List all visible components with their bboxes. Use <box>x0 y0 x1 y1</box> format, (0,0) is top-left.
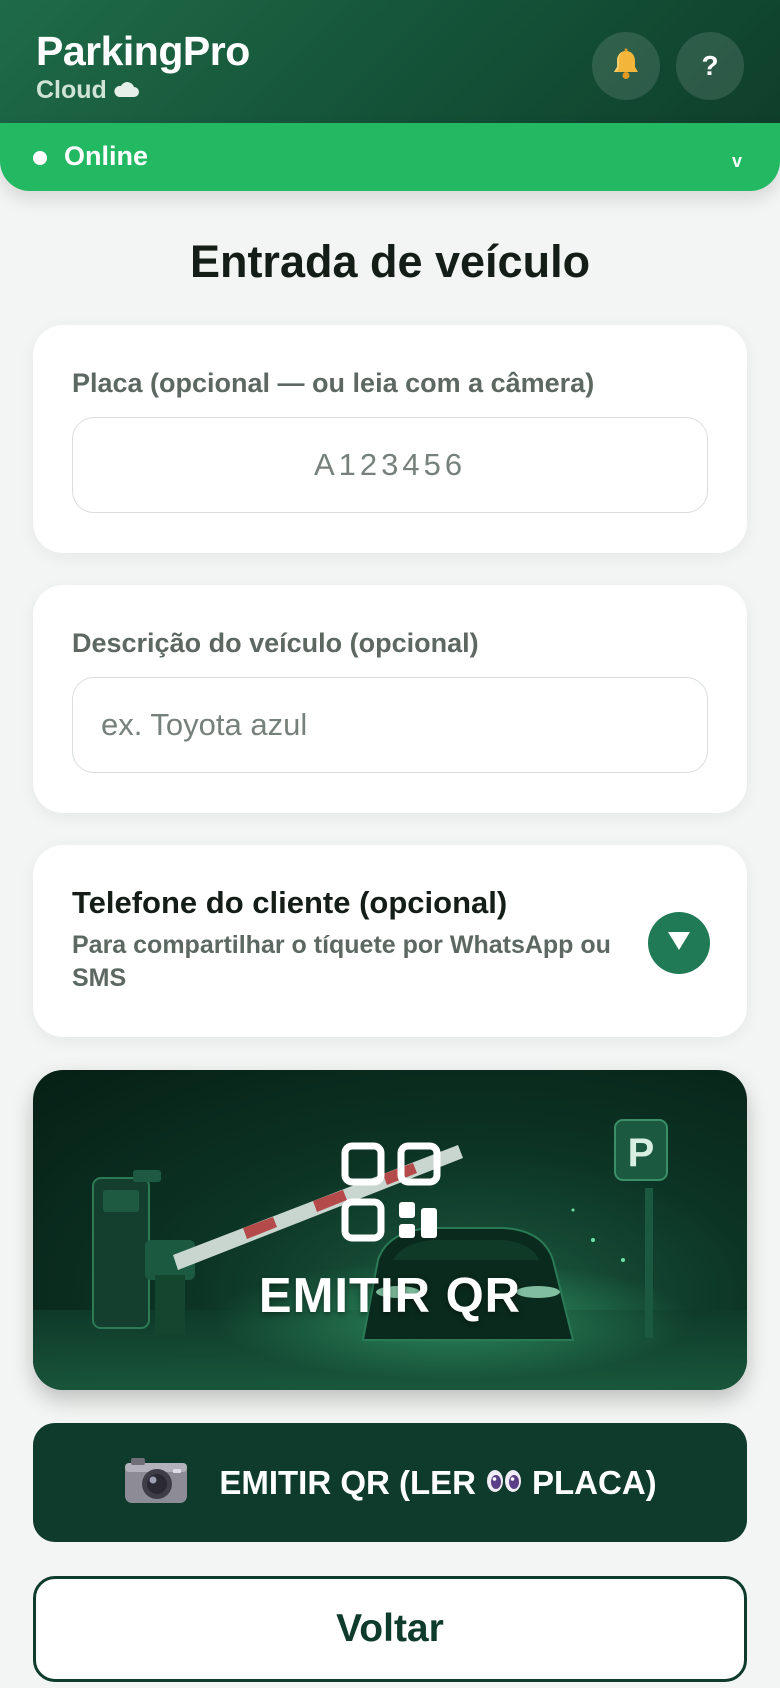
plate-label: Placa (opcional — ou leia com a câmera) <box>72 368 595 398</box>
help-icon: ? <box>701 50 719 81</box>
notifications-button[interactable] <box>592 32 660 100</box>
emit-qr-label: EMITIR QR <box>258 1269 522 1323</box>
page-title: Entrada de veículo <box>189 236 591 287</box>
connection-status-bar[interactable]: Online v <box>0 123 780 191</box>
triangle-down-icon <box>666 930 692 957</box>
description-card: Descrição do veículo (opcional) <box>33 585 747 813</box>
phone-subtitle: Para compartilhar o tíquete por WhatsApp… <box>72 931 611 992</box>
camera-icon <box>123 1455 189 1510</box>
phone-expand-button[interactable] <box>648 912 710 974</box>
emit-qr-button[interactable]: P EMITIR QR <box>33 1070 747 1390</box>
bell-icon <box>609 47 643 86</box>
back-label: Voltar <box>336 1607 444 1650</box>
help-button[interactable]: ? <box>676 32 744 100</box>
emit-qr-scan-suffix: PLACA) <box>532 1463 657 1501</box>
app-subtitle-text: Cloud <box>36 76 107 104</box>
brand: ParkingPro Cloud <box>36 28 250 104</box>
eyes-icon <box>486 1463 522 1503</box>
svg-text:P: P <box>628 1131 655 1175</box>
status-dot-icon <box>33 151 47 165</box>
emit-qr-scan-label: EMITIR QR (LER PLACA) <box>219 1463 656 1503</box>
cloud-icon <box>113 82 139 98</box>
phone-title: Telefone do cliente (opcional) <box>72 885 508 920</box>
plate-input[interactable] <box>72 417 708 513</box>
emit-qr-scan-prefix: EMITIR QR (LER <box>219 1463 476 1501</box>
app-subtitle: Cloud <box>36 76 250 104</box>
app-header: ParkingPro Cloud ? <box>0 0 780 124</box>
plate-card: Placa (opcional — ou leia com a câmera) <box>33 325 747 553</box>
qr-code-icon <box>341 1142 441 1247</box>
emit-qr-scan-plate-button[interactable]: EMITIR QR (LER PLACA) <box>33 1423 747 1542</box>
description-label: Descrição do veículo (opcional) <box>72 628 479 658</box>
back-button[interactable]: Voltar <box>33 1576 747 1682</box>
chevron-down-icon[interactable]: v <box>732 151 742 171</box>
status-label: Online <box>64 141 149 171</box>
phone-section[interactable]: Telefone do cliente (opcional) Para comp… <box>33 845 747 1037</box>
description-input[interactable] <box>72 677 708 773</box>
app-name: ParkingPro <box>36 28 250 74</box>
